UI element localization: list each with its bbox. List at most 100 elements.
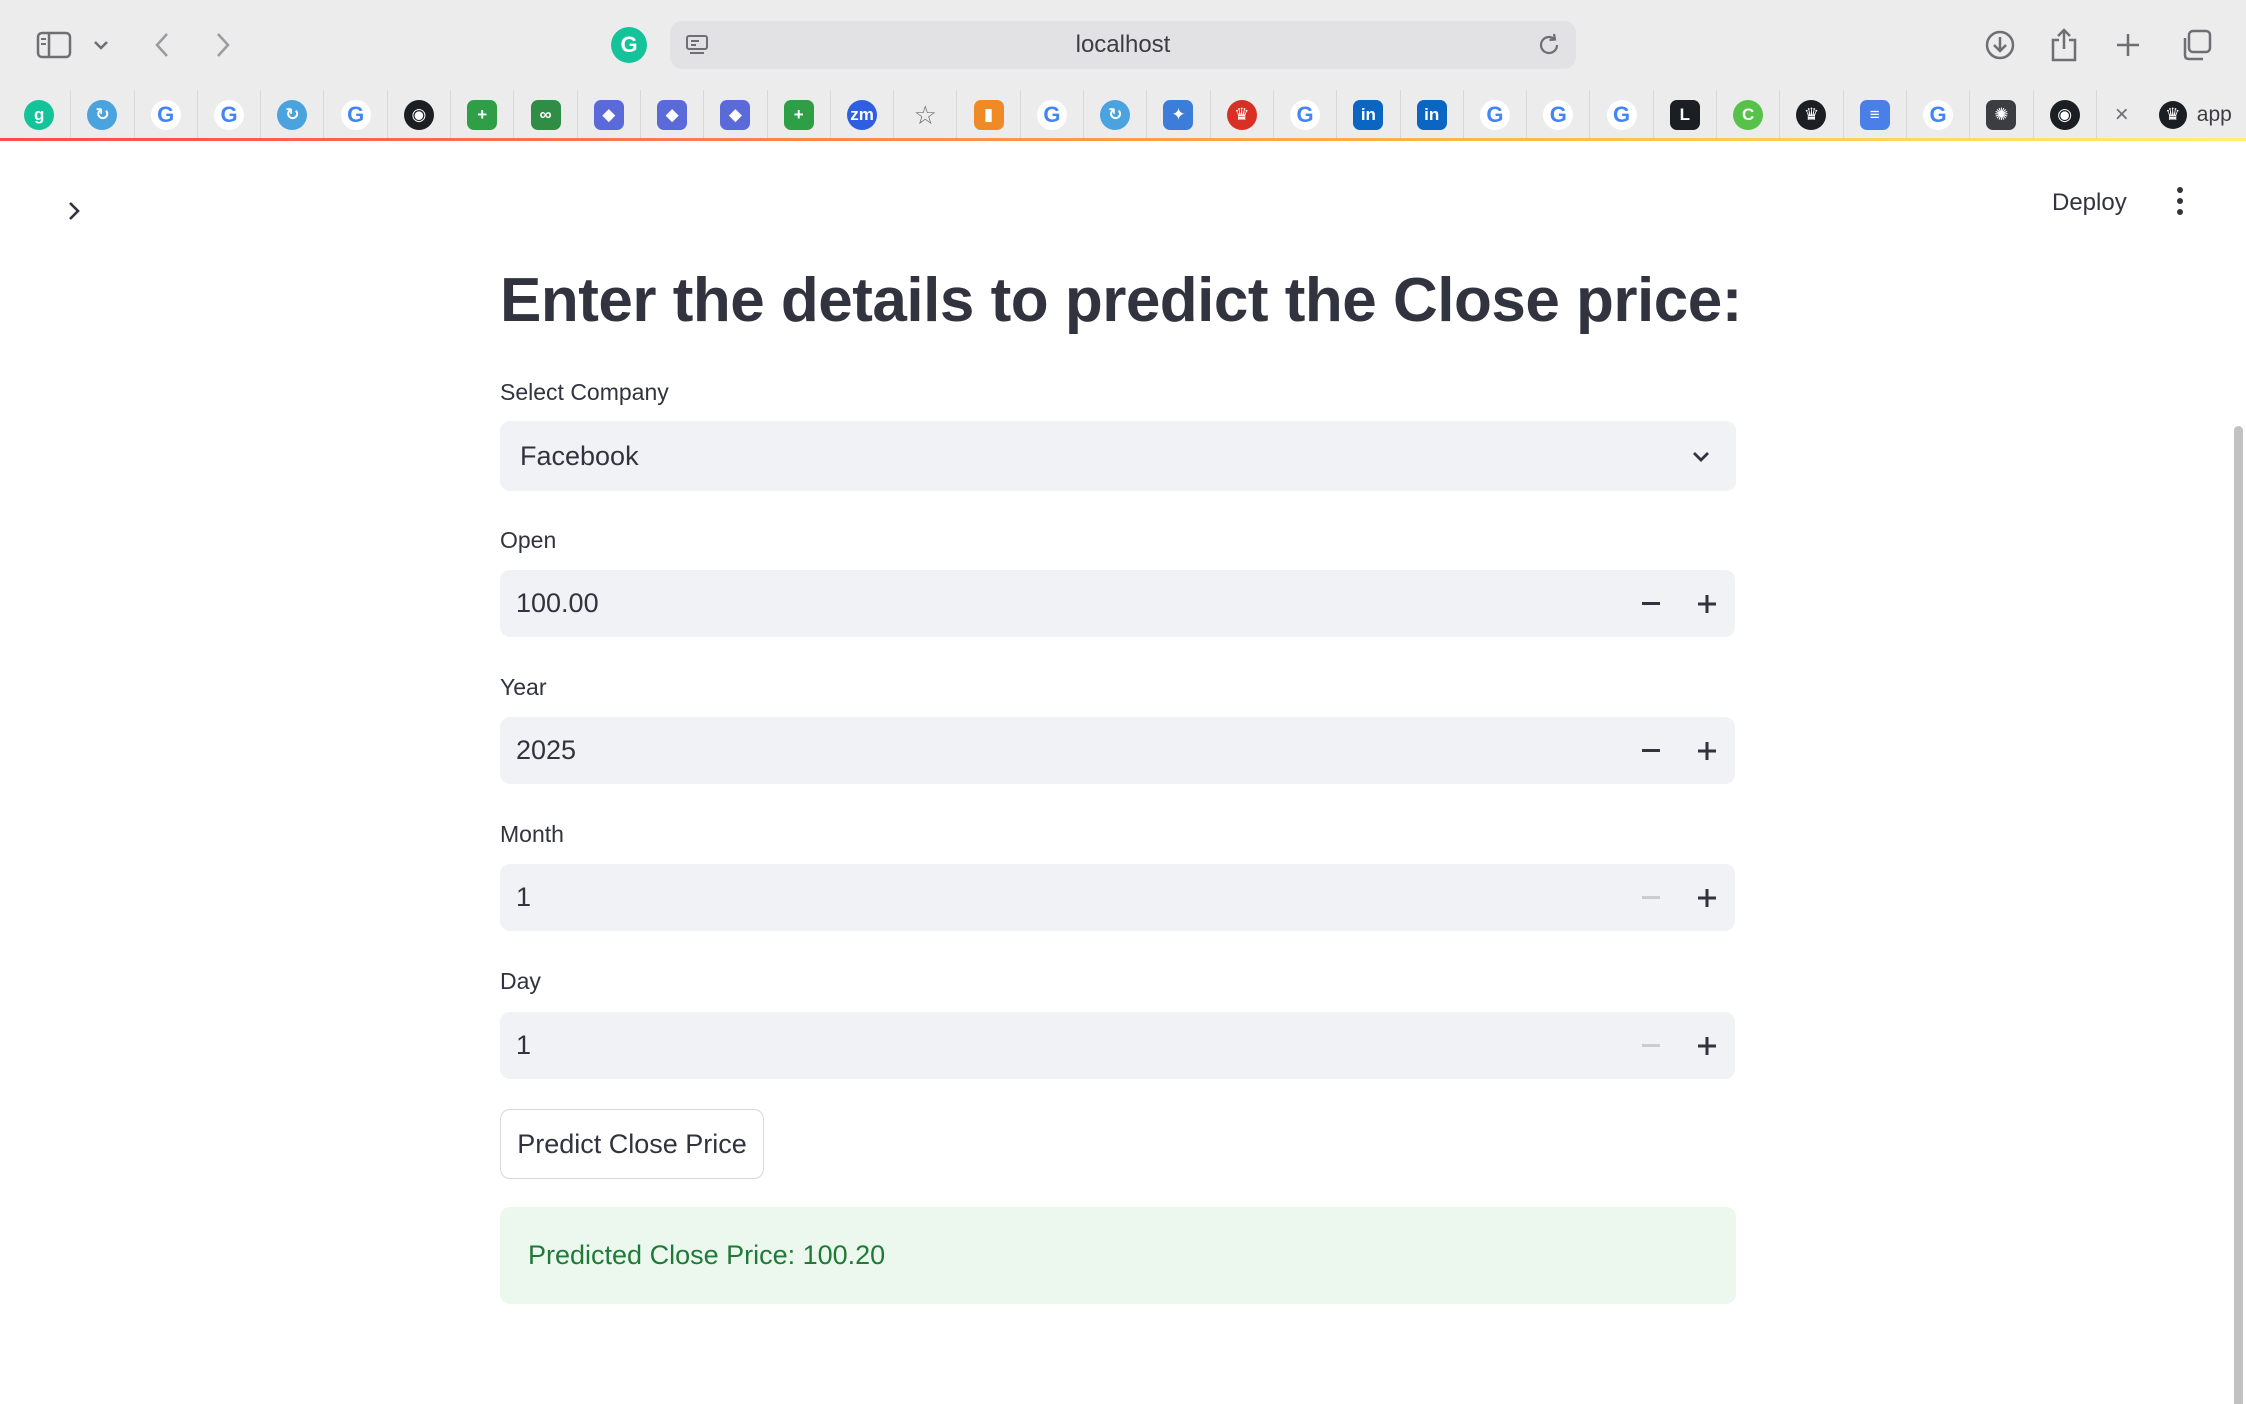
year-increment-button[interactable] (1679, 717, 1735, 784)
month-decrement-button[interactable] (1623, 864, 1679, 931)
company-select-value: Facebook (520, 440, 639, 471)
bookmark-item[interactable]: ◆ (578, 90, 641, 140)
github-icon: ◉ (403, 100, 434, 130)
refresh-app-icon: ↻ (277, 100, 308, 130)
bookmark-item[interactable]: g (8, 90, 72, 140)
google-icon: G (1923, 100, 1954, 130)
docker-icon: ◆ (593, 100, 624, 130)
refresh-app-icon: ↻ (1100, 100, 1131, 130)
year-number-input[interactable]: 2025 (500, 717, 1735, 784)
bookmark-item[interactable]: + (768, 90, 831, 140)
docker-icon: ◆ (720, 100, 751, 130)
day-number-input[interactable]: 1 (500, 1012, 1735, 1079)
tab-overview-icon[interactable] (2178, 27, 2214, 63)
docker-icon: ◆ (657, 100, 688, 130)
google-icon: G (150, 100, 181, 130)
bookmark-item[interactable]: ≡ (1844, 90, 1907, 140)
open-increment-button[interactable] (1679, 570, 1735, 637)
day-increment-button[interactable] (1679, 1012, 1735, 1079)
letter-l-icon: L (1669, 100, 1700, 130)
bookmark-item[interactable]: G (1021, 90, 1085, 140)
bookmark-item[interactable]: ↻ (1084, 90, 1148, 140)
bookmark-item[interactable]: ✺ (1970, 90, 2034, 140)
bookmark-item[interactable]: G (198, 90, 262, 140)
chevron-down-icon[interactable] (90, 32, 112, 58)
google-icon: G (1290, 100, 1321, 130)
crown-dark-icon: ♛ (1796, 100, 1827, 130)
open-label: Open (500, 527, 557, 553)
google-icon: G (1543, 100, 1574, 130)
bookmark-item[interactable]: in (1337, 90, 1401, 140)
bookmark-item[interactable]: ◆ (641, 90, 705, 140)
year-value[interactable]: 2025 (516, 717, 576, 784)
bookmark-item[interactable]: ◉ (2034, 90, 2097, 140)
bookmark-item[interactable]: ↻ (71, 90, 135, 140)
address-bar[interactable]: localhost (670, 21, 1576, 69)
bookmark-item[interactable]: in (1401, 90, 1464, 140)
bookmark-item[interactable]: ♛ (1780, 90, 1844, 140)
bookmark-item[interactable]: ♛ (1211, 90, 1274, 140)
bookmark-item-app[interactable]: ♛ app (2147, 101, 2232, 129)
day-value[interactable]: 1 (516, 1012, 531, 1079)
bookmark-item[interactable]: G (1274, 90, 1338, 140)
day-decrement-button[interactable] (1623, 1012, 1679, 1079)
main-menu-icon[interactable] (2164, 179, 2196, 223)
openai-icon: ✺ (1986, 100, 2017, 130)
deploy-button[interactable]: Deploy (2040, 181, 2139, 225)
bookmark-item[interactable]: ✦ (1147, 90, 1211, 140)
bookmark-item[interactable]: ◉ (388, 90, 452, 140)
google-icon: G (1479, 100, 1510, 130)
bookmark-item[interactable]: G (1464, 90, 1528, 140)
bookmarks-bar: g ↻ G G ↻ G ◉ + ∞ ◆ ◆ ◆ + zm ☆ ▮ G ↻ ✦ ♛ Gin in G G G L C ♛ ≡ G ✺ ◉ × ♛ ap… (0, 90, 2246, 140)
plus-sheet-icon: + (783, 100, 814, 130)
month-label: Month (500, 821, 564, 847)
new-tab-icon[interactable] (2110, 27, 2146, 63)
year-decrement-button[interactable] (1623, 717, 1679, 784)
bookmark-item[interactable]: C (1717, 90, 1781, 140)
bookmark-item[interactable]: G (1907, 90, 1971, 140)
bookmark-app-label: app (2196, 103, 2232, 126)
month-increment-button[interactable] (1679, 864, 1735, 931)
bookmark-item[interactable]: ◆ (704, 90, 768, 140)
bookmark-item[interactable]: G (324, 90, 388, 140)
bookmark-item[interactable]: ☆ (894, 90, 958, 140)
forward-icon[interactable] (206, 27, 240, 63)
open-value[interactable]: 100.00 (516, 570, 599, 637)
bookmark-item[interactable]: zm (831, 90, 895, 140)
sidebar-expand-icon[interactable] (56, 193, 92, 229)
reload-icon[interactable] (1536, 32, 1562, 65)
chevron-down-icon (1690, 444, 1712, 475)
crown-icon: ♛ (1226, 100, 1257, 130)
site-info-icon[interactable] (684, 32, 710, 65)
back-icon[interactable] (145, 27, 179, 63)
app-page: Deploy Enter the details to predict the … (0, 141, 2246, 1404)
page-title: Enter the details to predict the Close p… (500, 266, 1742, 335)
bookmark-item[interactable]: + (451, 90, 515, 140)
analytics-icon: ▮ (973, 100, 1004, 130)
bookmark-item[interactable]: G (1527, 90, 1591, 140)
page-scrollbar[interactable] (2234, 426, 2243, 1404)
close-icon[interactable]: × (2097, 101, 2147, 129)
bookmark-item[interactable]: G (1590, 90, 1654, 140)
downloads-icon[interactable] (1982, 27, 2018, 63)
bookmark-item[interactable]: G (135, 90, 198, 140)
bookmark-item[interactable]: L (1654, 90, 1718, 140)
bookmark-item[interactable]: ↻ (261, 90, 325, 140)
company-label: Select Company (500, 379, 669, 405)
google-icon: G (1606, 100, 1637, 130)
company-select[interactable]: Facebook (500, 421, 1736, 491)
open-decrement-button[interactable] (1623, 570, 1679, 637)
sidebar-toggle-icon[interactable] (34, 27, 74, 63)
bookmark-item[interactable]: ▮ (957, 90, 1021, 140)
chart-icon: ✦ (1163, 100, 1194, 130)
month-value[interactable]: 1 (516, 864, 531, 931)
bookmark-item[interactable]: ∞ (514, 90, 578, 140)
predict-button[interactable]: Predict Close Price (500, 1109, 764, 1179)
share-icon[interactable] (2046, 25, 2082, 65)
month-number-input[interactable]: 1 (500, 864, 1735, 931)
google-icon: G (214, 100, 245, 130)
prediction-result-alert: Predicted Close Price: 100.20 (500, 1207, 1736, 1304)
docs-icon: ≡ (1859, 100, 1890, 130)
open-number-input[interactable]: 100.00 (500, 570, 1735, 637)
grammarly-extension-icon[interactable]: G (611, 27, 647, 63)
